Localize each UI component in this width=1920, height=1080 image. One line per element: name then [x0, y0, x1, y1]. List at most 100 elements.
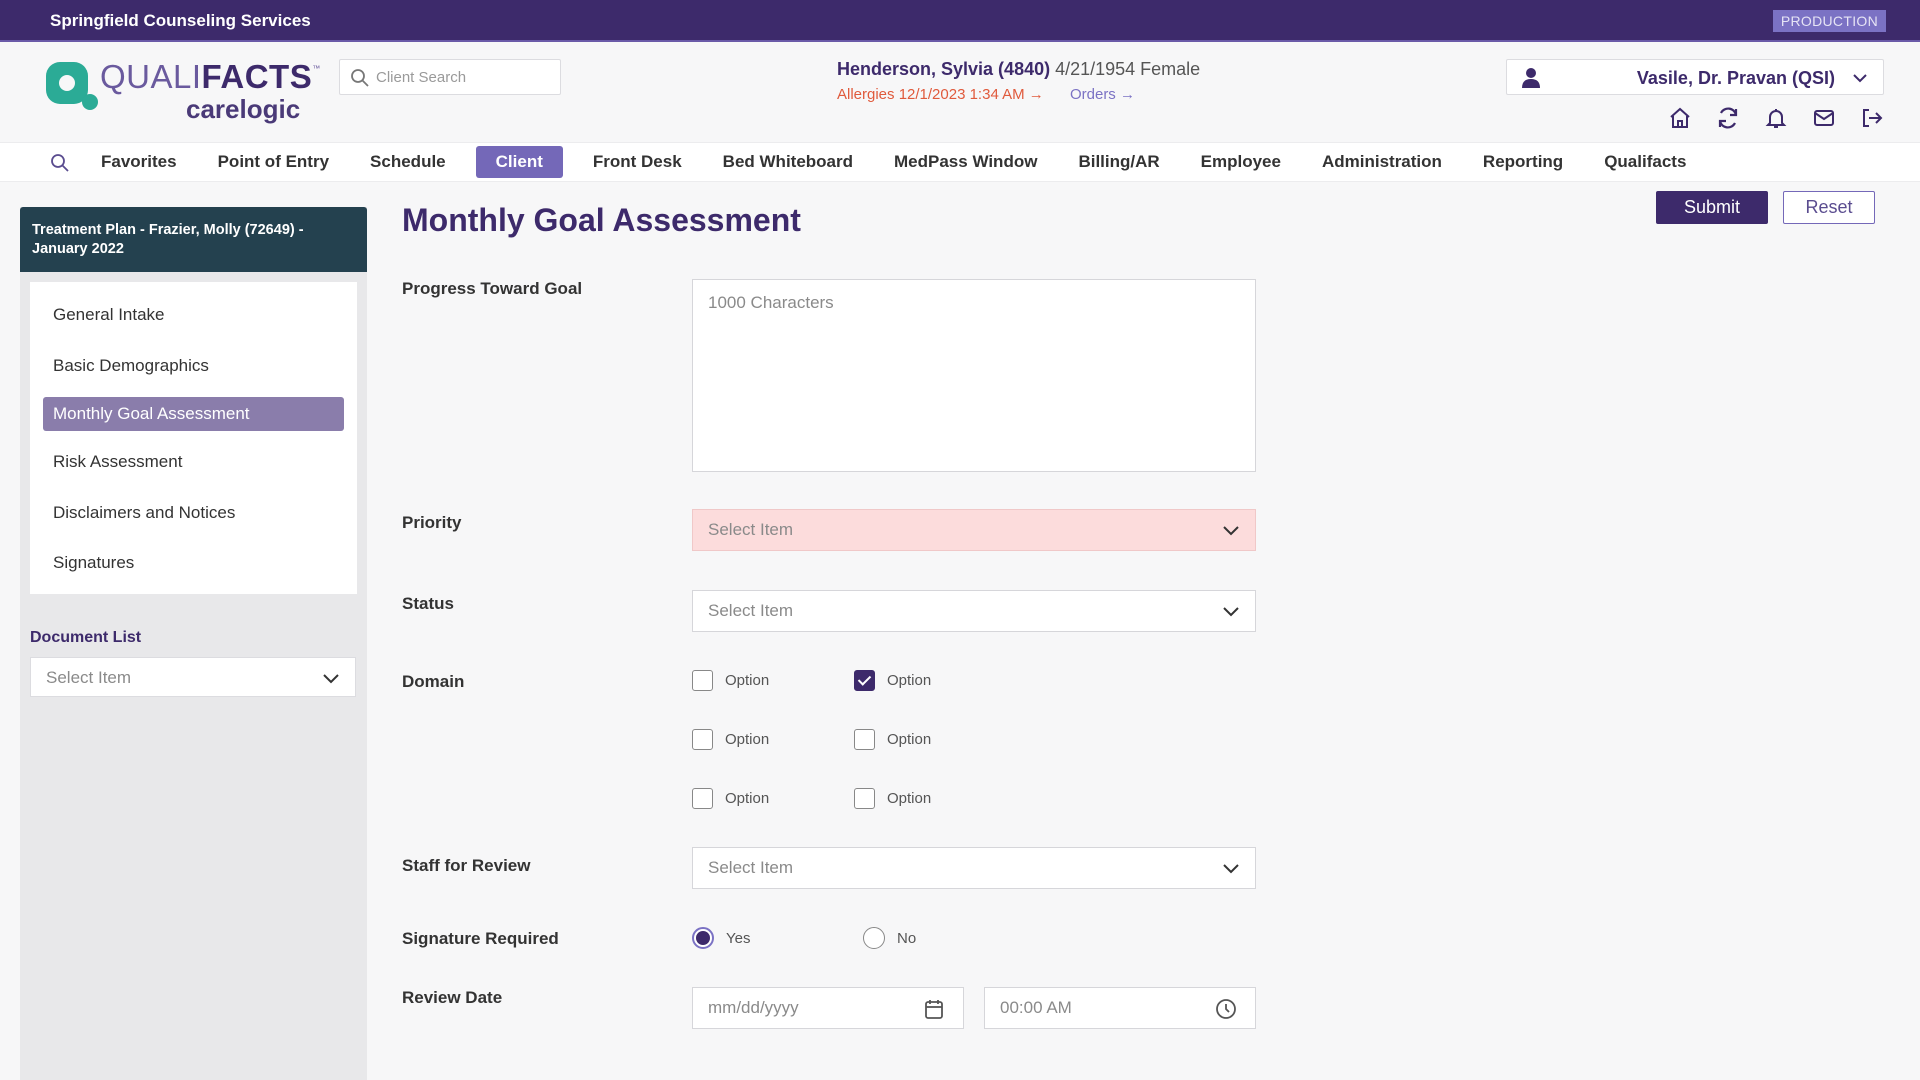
sidebar-item-monthly-goal-assessment[interactable]: Monthly Goal Assessment: [43, 397, 344, 431]
allergies-link[interactable]: Allergies 12/1/2023 1:34 AM →: [837, 86, 1044, 103]
main-nav: Favorites Point of Entry Schedule Client…: [0, 142, 1920, 182]
sidebar-item-signatures[interactable]: Signatures: [30, 538, 357, 589]
priority-label: Priority: [402, 513, 462, 532]
document-list-label: Document List: [30, 629, 142, 646]
nav-item-employee[interactable]: Employee: [1190, 146, 1292, 178]
checkbox-checked-icon: [854, 670, 875, 691]
domain-option-5[interactable]: Option: [692, 788, 769, 809]
domain-option-6[interactable]: Option: [854, 788, 931, 809]
domain-option-label: Option: [725, 790, 770, 807]
document-list-select[interactable]: Select Item: [30, 657, 356, 697]
logo-wordmark: QUALIFACTS™: [100, 58, 321, 96]
logout-icon[interactable]: [1860, 106, 1884, 130]
client-search[interactable]: [339, 59, 561, 95]
checkbox-icon: [854, 729, 875, 750]
signature-required-no[interactable]: No: [863, 927, 916, 949]
submit-button[interactable]: Submit: [1656, 191, 1768, 224]
nav-item-billing-ar[interactable]: Billing/AR: [1067, 146, 1170, 178]
nav-item-bed-whiteboard[interactable]: Bed Whiteboard: [712, 146, 864, 178]
domain-option-2[interactable]: Option: [854, 670, 931, 691]
nav-item-qualifacts[interactable]: Qualifacts: [1593, 146, 1697, 178]
nav-search-icon[interactable]: [50, 153, 70, 173]
signature-required-yes[interactable]: Yes: [692, 927, 750, 949]
logo-dot-icon: [82, 94, 98, 110]
domain-option-3[interactable]: Option: [692, 729, 769, 750]
logo-brand-light: QUALI: [100, 58, 202, 95]
organization-name: Springfield Counseling Services: [50, 11, 311, 30]
domain-option-label: Option: [725, 672, 770, 689]
progress-toward-goal-label: Progress Toward Goal: [402, 279, 583, 298]
mail-icon[interactable]: [1812, 106, 1836, 130]
chevron-down-icon: [1223, 607, 1239, 617]
nav-item-medpass-window[interactable]: MedPass Window: [883, 146, 1048, 178]
radio-icon: [863, 927, 885, 949]
chevron-down-icon: [1223, 864, 1239, 874]
sidebar-item-basic-demographics[interactable]: Basic Demographics: [30, 341, 357, 392]
checkbox-icon: [854, 788, 875, 809]
sidebar-item-risk-assessment[interactable]: Risk Assessment: [30, 437, 357, 488]
bell-icon[interactable]: [1764, 106, 1788, 130]
client-search-input[interactable]: [376, 60, 556, 94]
nav-item-administration[interactable]: Administration: [1311, 146, 1453, 178]
domain-label: Domain: [402, 672, 465, 691]
domain-option-label: Option: [887, 790, 932, 807]
top-bar: Springfield Counseling Services PRODUCTI…: [0, 0, 1920, 42]
logo-mark-icon: [46, 62, 88, 104]
status-select[interactable]: Select Item: [692, 590, 1256, 632]
review-time-input[interactable]: [985, 988, 1201, 1028]
section-list: General Intake Basic Demographics Monthl…: [30, 282, 357, 594]
domain-option-label: Option: [887, 672, 932, 689]
domain-option-1[interactable]: Option: [692, 670, 769, 691]
checkbox-icon: [692, 729, 713, 750]
domain-option-label: Option: [725, 731, 770, 748]
sidebar: Treatment Plan - Frazier, Molly (72649) …: [20, 207, 367, 1080]
nav-item-point-of-entry[interactable]: Point of Entry: [207, 146, 340, 178]
refresh-icon[interactable]: [1716, 106, 1740, 130]
user-icon: [1522, 68, 1540, 88]
qualifacts-logo[interactable]: QUALIFACTS™ carelogic: [46, 58, 320, 128]
domain-option-4[interactable]: Option: [854, 729, 931, 750]
review-date-field[interactable]: [692, 987, 964, 1029]
document-list-value: Select Item: [46, 668, 132, 687]
nav-item-schedule[interactable]: Schedule: [359, 146, 457, 178]
priority-value: Select Item: [708, 520, 794, 539]
treatment-plan-header: Treatment Plan - Frazier, Molly (72649) …: [20, 207, 367, 272]
orders-link[interactable]: Orders →: [1070, 86, 1135, 103]
calendar-icon[interactable]: [923, 998, 945, 1020]
nav-item-favorites[interactable]: Favorites: [90, 146, 188, 178]
nav-item-reporting[interactable]: Reporting: [1472, 146, 1574, 178]
app-header: QUALIFACTS™ carelogic Henderson, Sylvia …: [0, 44, 1920, 140]
signature-required-label: Signature Required: [402, 929, 559, 948]
logo-brand-bold: FACTS: [201, 58, 313, 95]
nav-list: Favorites Point of Entry Schedule Client…: [90, 143, 1716, 181]
chevron-down-icon: [1853, 74, 1867, 83]
patient-name[interactable]: Henderson, Sylvia (4840): [837, 59, 1050, 79]
patient-details: 4/21/1954 Female: [1050, 59, 1201, 79]
nav-item-front-desk[interactable]: Front Desk: [582, 146, 693, 178]
nav-item-client[interactable]: Client: [475, 146, 563, 178]
review-date-label: Review Date: [402, 988, 503, 1007]
priority-select[interactable]: Select Item: [692, 509, 1256, 551]
status-label: Status: [402, 594, 454, 613]
radio-label: No: [897, 929, 917, 947]
status-value: Select Item: [708, 601, 794, 620]
progress-toward-goal-textarea[interactable]: [692, 279, 1256, 472]
review-time-field[interactable]: [984, 987, 1256, 1029]
domain-option-label: Option: [887, 731, 932, 748]
reset-button[interactable]: Reset: [1783, 191, 1875, 224]
home-icon[interactable]: [1668, 106, 1692, 130]
logo-trademark: ™: [312, 64, 321, 73]
main-content: Monthly Goal Assessment Submit Reset Pro…: [367, 182, 1920, 1080]
radio-selected-icon: [692, 927, 714, 949]
staff-for-review-select[interactable]: Select Item: [692, 847, 1256, 889]
staff-for-review-value: Select Item: [708, 858, 794, 877]
review-date-input[interactable]: [693, 988, 909, 1028]
sidebar-item-disclaimers-and-notices[interactable]: Disclaimers and Notices: [30, 488, 357, 539]
user-name: Vasile, Dr. Pravan (QSI): [1636, 68, 1835, 88]
sidebar-item-general-intake[interactable]: General Intake: [30, 290, 357, 341]
user-menu[interactable]: Vasile, Dr. Pravan (QSI): [1506, 59, 1884, 95]
radio-label: Yes: [726, 929, 751, 947]
checkbox-icon: [692, 670, 713, 691]
checkbox-icon: [692, 788, 713, 809]
clock-icon[interactable]: [1215, 998, 1237, 1020]
